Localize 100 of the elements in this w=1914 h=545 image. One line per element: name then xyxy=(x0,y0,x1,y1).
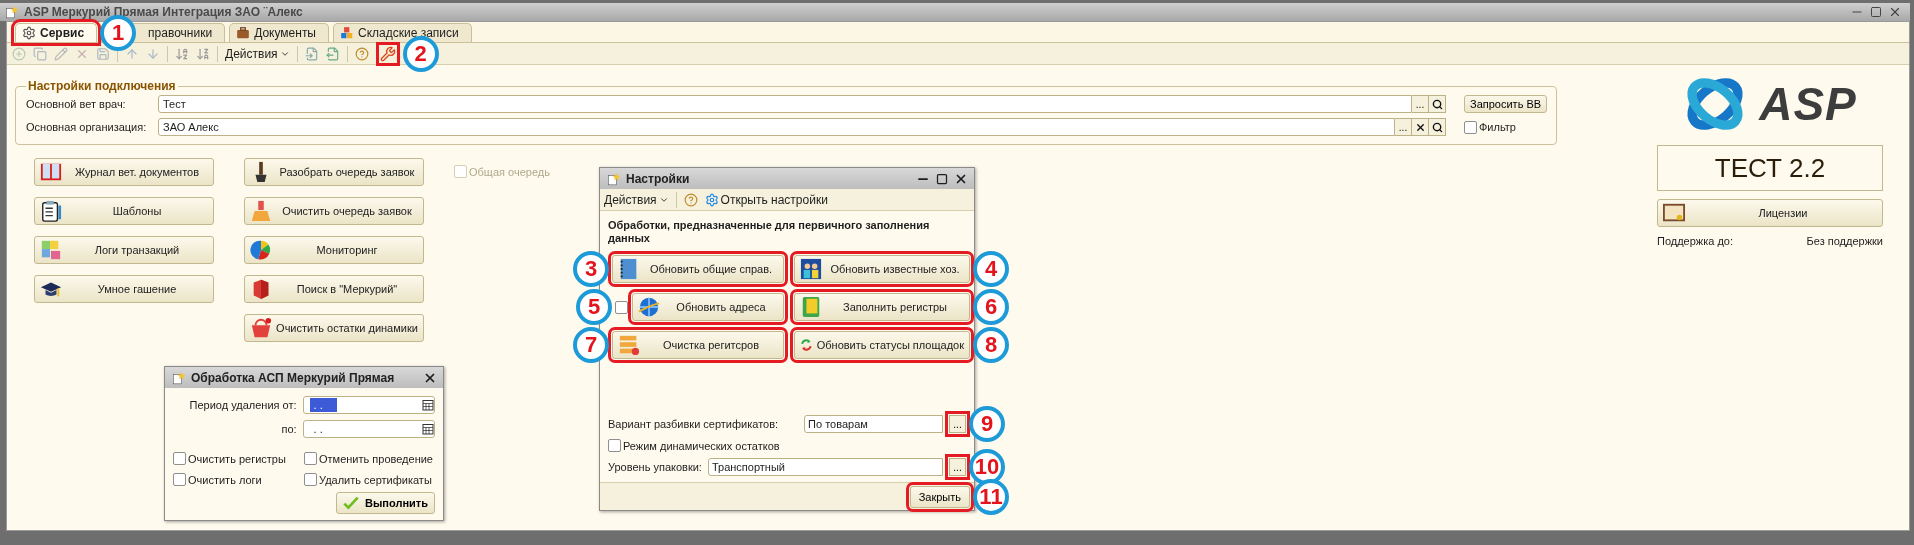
callout-badge: 4 xyxy=(973,251,1009,287)
app-icon xyxy=(4,5,18,19)
copy-icon[interactable] xyxy=(33,46,47,61)
globe-icon xyxy=(638,296,660,318)
field-label: Период удаления от: xyxy=(188,399,297,411)
search-button[interactable] xyxy=(1429,118,1446,136)
callout-badge: 9 xyxy=(969,406,1005,442)
checkbox[interactable] xyxy=(304,452,317,465)
book-icon xyxy=(40,161,62,183)
action-button[interactable]: Умное гашение xyxy=(34,275,214,303)
up-icon[interactable] xyxy=(125,46,139,61)
down-icon[interactable] xyxy=(146,46,160,61)
choose-button[interactable]: ... xyxy=(1412,95,1429,113)
action-button[interactable]: Шаблоны xyxy=(34,197,214,225)
search-button[interactable] xyxy=(1429,95,1446,113)
app-icon xyxy=(171,370,185,385)
import-icon[interactable] xyxy=(304,46,319,61)
sort-descending-icon[interactable] xyxy=(196,46,210,61)
help-icon[interactable] xyxy=(354,46,369,61)
section-heading: Обработки, предназначенные для первичного заполнения данных xyxy=(608,219,931,245)
blocks-icon xyxy=(340,26,354,40)
input-field[interactable]: Транспортный xyxy=(707,458,943,476)
input-field[interactable]: Тест xyxy=(158,95,1412,113)
panel-title: Настройки подключения xyxy=(27,79,177,93)
callout-badge: 3 xyxy=(573,251,609,287)
action-button[interactable]: Разобрать очередь заявок xyxy=(244,158,424,186)
checkbox[interactable] xyxy=(608,439,621,452)
save-icon[interactable] xyxy=(96,46,110,61)
check-icon xyxy=(343,495,359,511)
checkbox-label: Режим динамических остатков xyxy=(623,439,780,452)
close-icon[interactable] xyxy=(1888,5,1902,19)
server-icon xyxy=(618,334,640,356)
licenses-button[interactable]: Лицензии xyxy=(1657,199,1883,227)
checkbox-label: Очистить регистры xyxy=(188,452,286,465)
checkbox-label: Очистить логи xyxy=(188,473,262,486)
actions-menu[interactable]: Действия xyxy=(604,192,669,207)
briefcase-icon xyxy=(236,26,251,40)
run-button[interactable]: Выполнить xyxy=(336,492,435,514)
clear-button[interactable] xyxy=(1412,118,1429,136)
export-icon[interactable] xyxy=(325,46,340,61)
search-icon xyxy=(1431,121,1443,133)
checkbox[interactable] xyxy=(615,300,628,314)
gear-icon xyxy=(704,192,719,207)
version-label: ТЕСТ 2.2 xyxy=(1657,145,1883,191)
action-button[interactable]: Очистить остатки динамики xyxy=(244,314,424,342)
edit-icon[interactable] xyxy=(54,46,68,61)
callout-badge: 7 xyxy=(573,327,609,363)
action-button[interactable]: Журнал вет. документов xyxy=(34,158,214,186)
brush-icon xyxy=(250,200,272,222)
certificate-icon xyxy=(1663,202,1685,224)
checkbox-label: Отменить проведение xyxy=(319,452,433,465)
people-icon xyxy=(800,258,822,280)
action-button[interactable]: Логи транзакций xyxy=(34,236,214,264)
checkbox[interactable] xyxy=(173,473,186,486)
pie-chart-icon xyxy=(250,239,272,261)
logo-text: ASP xyxy=(1759,77,1857,131)
checkbox[interactable] xyxy=(173,452,186,465)
input-field[interactable]: ЗАО Алекс xyxy=(158,118,1395,136)
support-label: Поддержка до: xyxy=(1657,235,1734,247)
action-button[interactable]: Очистить очередь заявок xyxy=(244,197,424,225)
checkbox[interactable] xyxy=(1464,120,1477,134)
notebook-icon xyxy=(800,296,822,318)
action-button[interactable]: Мониторинг xyxy=(244,236,424,264)
clipboard-icon xyxy=(40,200,62,222)
tab[interactable]: Складские записи xyxy=(333,23,472,42)
dialog-title: Настройки xyxy=(626,171,691,186)
clear-icon xyxy=(1414,121,1426,133)
sort-ascending-icon[interactable] xyxy=(175,46,189,61)
callout-badge: 10 xyxy=(969,449,1005,485)
callout-badge: 11 xyxy=(973,478,1009,515)
maximize-icon[interactable] xyxy=(936,172,948,185)
basket-icon xyxy=(250,317,272,339)
help-icon[interactable] xyxy=(683,192,698,207)
date-field[interactable]: . . xyxy=(302,420,435,438)
field-label: Уровень упаковки: xyxy=(608,461,702,473)
checkbox[interactable] xyxy=(304,473,317,486)
gear-icon xyxy=(22,26,36,40)
restore-icon[interactable] xyxy=(1870,6,1882,18)
request-button[interactable]: Запросить ВВ xyxy=(1464,95,1548,113)
actions-menu[interactable]: Действия xyxy=(225,46,290,61)
action-button[interactable]: Поиск в "Меркурий" xyxy=(244,275,424,303)
dialog-title: Обработка АСП Меркурий Прямая xyxy=(191,370,396,385)
search-icon xyxy=(1431,98,1443,110)
field-label: Основной вет врач: xyxy=(26,98,127,110)
open-settings-button[interactable]: Открыть настройки xyxy=(704,192,828,207)
date-field[interactable]: . . xyxy=(302,396,435,414)
field-label: по: xyxy=(280,423,297,435)
field-label: Вариант разбивки сертификатов: xyxy=(608,418,779,430)
checkbox-label: Удалить сертификаты xyxy=(319,473,432,486)
tools-button[interactable] xyxy=(375,41,400,66)
app-icon xyxy=(606,171,620,186)
support-value: Без поддержки xyxy=(1806,235,1883,247)
checkbox-label: Общая очередь xyxy=(469,165,550,178)
input-field[interactable]: По товарам xyxy=(804,415,943,433)
callout-badge: 5 xyxy=(576,289,612,325)
tab[interactable]: Документы xyxy=(229,23,329,42)
calendar-icon xyxy=(422,399,434,411)
choose-button[interactable]: ... xyxy=(1395,118,1412,136)
calendar-icon xyxy=(422,423,434,435)
callout-badge: 8 xyxy=(973,327,1009,363)
